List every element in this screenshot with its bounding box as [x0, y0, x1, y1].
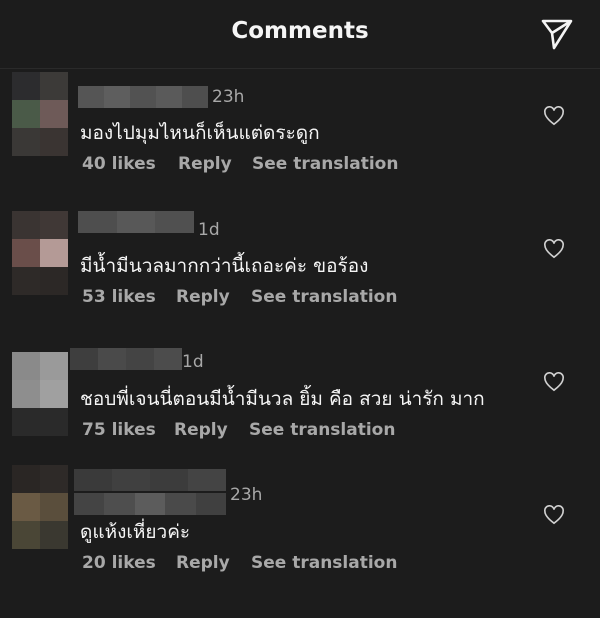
- comment-text: ชอบพี่เจนนี่ตอนมีน้ำมีนวล ยิ้ม คือ สวย น…: [80, 388, 485, 410]
- comment-text: ดูแห้งเหี่ยวค่ะ: [80, 521, 191, 543]
- comment-item: 1d มีน้ำมีนวลมากกว่านี้เถอะค่ะ ขอร้อง 53…: [0, 201, 600, 321]
- heart-icon[interactable]: [543, 505, 565, 525]
- likes-count[interactable]: 75 likes: [82, 420, 156, 440]
- header-bar: Comments: [0, 0, 600, 69]
- heart-icon[interactable]: [543, 372, 565, 392]
- avatar[interactable]: [12, 72, 68, 156]
- reply-button[interactable]: Reply: [178, 154, 232, 174]
- comment-item: 23h มองไปมุมไหนก็เห็นแต่ดระดูก 40 likes …: [0, 68, 600, 188]
- heart-icon[interactable]: [543, 239, 565, 259]
- username[interactable]: [78, 86, 208, 108]
- reply-button[interactable]: Reply: [176, 287, 230, 307]
- see-translation-button[interactable]: See translation: [251, 287, 397, 307]
- likes-count[interactable]: 53 likes: [82, 287, 156, 307]
- username-line-2: [74, 493, 227, 515]
- username[interactable]: [74, 469, 226, 491]
- avatar[interactable]: [12, 211, 68, 295]
- see-translation-button[interactable]: See translation: [249, 420, 395, 440]
- comment-time: 1d: [182, 352, 204, 372]
- page-title: Comments: [231, 18, 369, 44]
- comment-text: มองไปมุมไหนก็เห็นแต่ดระดูก: [80, 122, 320, 144]
- comment-time: 1d: [198, 220, 220, 240]
- send-icon[interactable]: [540, 17, 574, 51]
- see-translation-button[interactable]: See translation: [251, 553, 397, 573]
- avatar[interactable]: [12, 352, 68, 436]
- avatar[interactable]: [12, 465, 68, 549]
- comment-item: 1d ชอบพี่เจนนี่ตอนมีน้ำมีนวล ยิ้ม คือ สว…: [0, 334, 600, 454]
- comment-text: มีน้ำมีนวลมากกว่านี้เถอะค่ะ ขอร้อง: [80, 255, 369, 277]
- likes-count[interactable]: 40 likes: [82, 154, 156, 174]
- reply-button[interactable]: Reply: [176, 553, 230, 573]
- comment-item: 23h ดูแห้งเหี่ยวค่ะ 20 likes Reply See t…: [0, 465, 600, 587]
- reply-button[interactable]: Reply: [174, 420, 228, 440]
- username[interactable]: [78, 211, 195, 233]
- comment-time: 23h: [230, 485, 263, 505]
- comment-time: 23h: [212, 87, 245, 107]
- heart-icon[interactable]: [543, 106, 565, 126]
- see-translation-button[interactable]: See translation: [252, 154, 398, 174]
- username[interactable]: [70, 348, 182, 370]
- likes-count[interactable]: 20 likes: [82, 553, 156, 573]
